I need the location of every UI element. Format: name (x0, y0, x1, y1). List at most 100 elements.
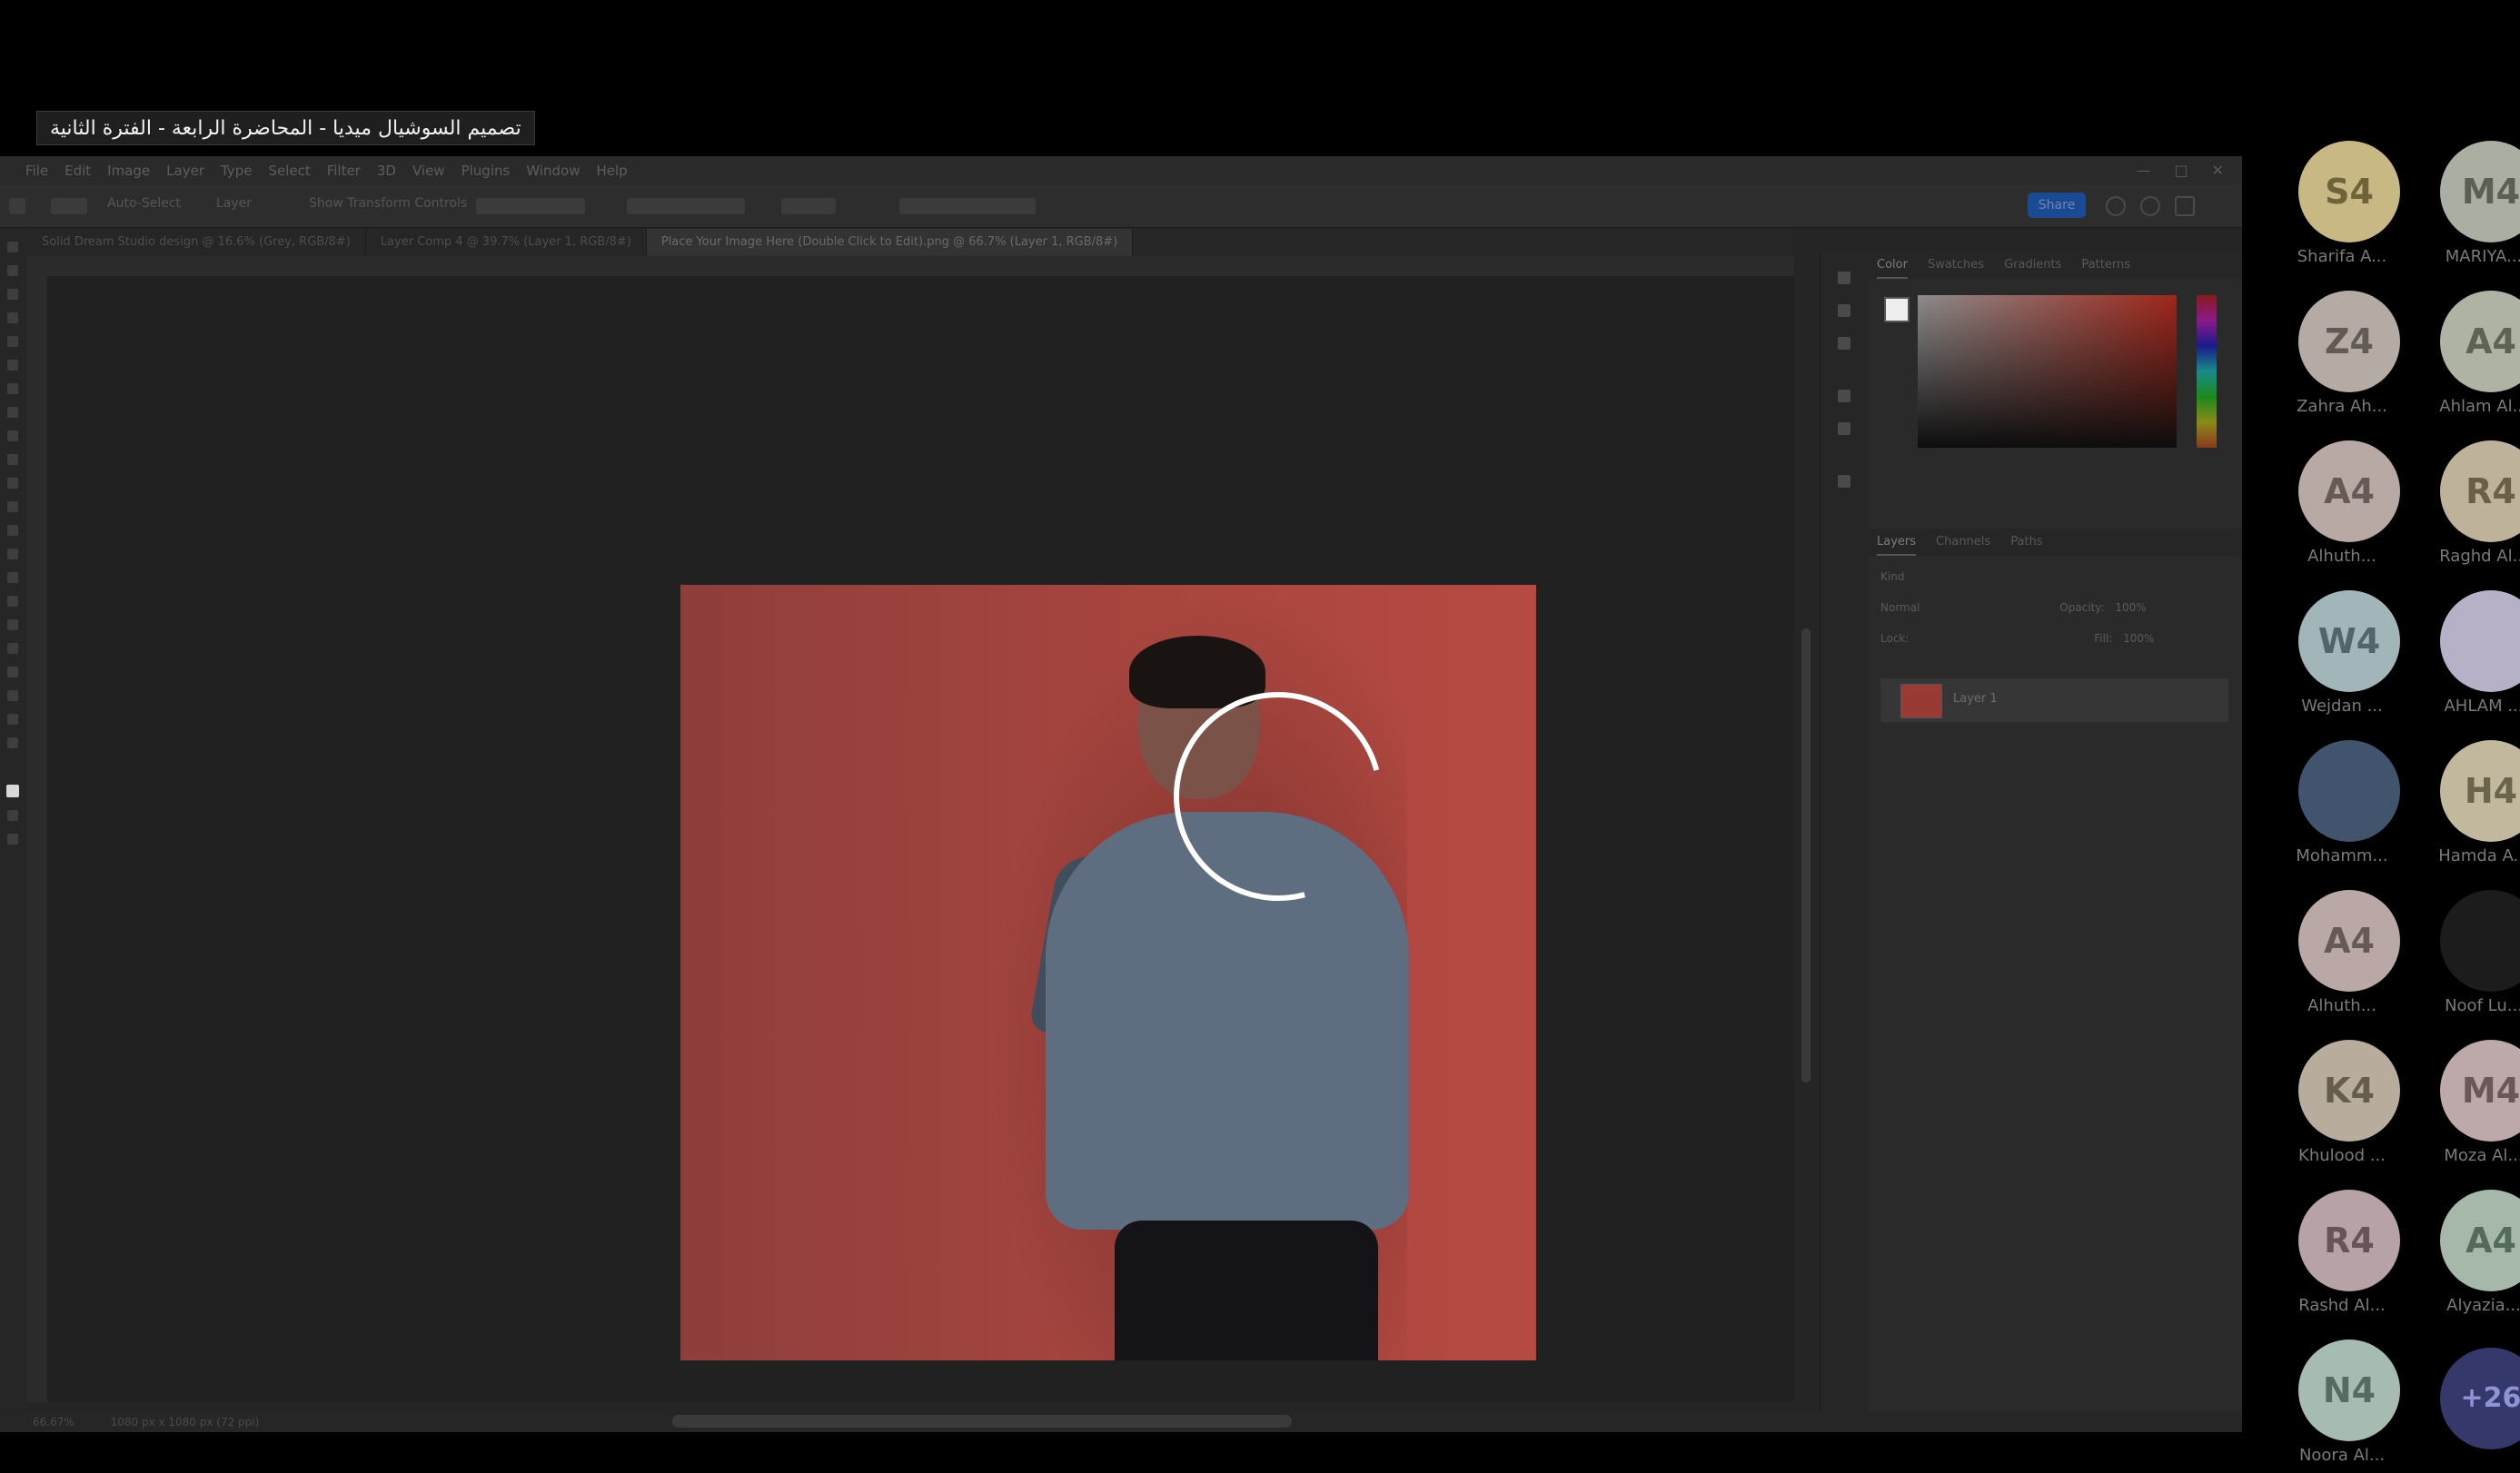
healing-tool-icon[interactable] (7, 407, 18, 418)
menu-layer[interactable]: Layer (166, 163, 204, 179)
character-icon[interactable] (1838, 390, 1850, 402)
maximize-icon[interactable]: □ (2174, 162, 2188, 179)
menu-3d[interactable]: 3D (377, 163, 396, 179)
more-tools-icon[interactable] (7, 737, 18, 748)
menu-image[interactable]: Image (107, 163, 150, 179)
participant-tile[interactable]: S4 Sharifa A... (2260, 127, 2400, 272)
history-brush-tool-icon[interactable] (7, 478, 18, 489)
doc-tab-active[interactable]: Place Your Image Here (Double Click to E… (646, 229, 1134, 256)
3d-mode-icons[interactable] (899, 198, 1036, 214)
tab-layers[interactable]: Layers (1877, 529, 1917, 556)
eyedropper-tool-icon[interactable] (7, 383, 18, 394)
rectangle-tool-icon[interactable] (7, 667, 18, 677)
close-icon[interactable]: ✕ (2212, 162, 2224, 179)
participant-tile[interactable]: M4 MARIYA... (2402, 127, 2520, 272)
participant-tile[interactable]: A4 Ahlam Al... (2402, 277, 2520, 422)
menu-help[interactable]: Help (596, 163, 627, 179)
avatar[interactable]: R4 (2298, 1190, 2400, 1291)
foreground-color-swatch[interactable] (6, 785, 19, 797)
foreground-swatch[interactable] (1884, 297, 1910, 322)
participant-tile[interactable]: AHLAM ... (2402, 577, 2520, 722)
zoom-level[interactable]: 66.67% (33, 1416, 74, 1429)
doc-tab-1[interactable]: Solid Dream Studio design @ 16.6% (Grey,… (27, 229, 366, 256)
magic-wand-tool-icon[interactable] (7, 312, 18, 323)
quick-mask-icon[interactable] (7, 810, 18, 821)
participant-tile[interactable]: H4 Hamda A... (2402, 727, 2520, 872)
marquee-tool-icon[interactable] (7, 265, 18, 276)
comments-icon[interactable] (1838, 337, 1850, 350)
avatar[interactable]: K4 (2298, 1040, 2400, 1142)
layer-name[interactable]: Layer 1 (1953, 692, 1998, 706)
participant-tile[interactable]: M4 Moza Al... (2402, 1026, 2520, 1171)
workspace-icon[interactable] (2175, 196, 2195, 216)
minimize-icon[interactable]: — (2136, 162, 2150, 179)
participant-tile[interactable]: W4 Wejdan ... (2260, 577, 2400, 722)
crop-tool-icon[interactable] (7, 336, 18, 347)
layer-select[interactable]: Layer (216, 196, 252, 211)
participant-tile[interactable]: K4 Khulood ... (2260, 1026, 2400, 1171)
tab-paths[interactable]: Paths (2010, 529, 2042, 556)
layer-filter-row[interactable]: Kind (1880, 570, 2226, 587)
hand-tool-icon[interactable] (7, 690, 18, 701)
tab-color[interactable]: Color (1877, 252, 1908, 279)
tab-gradients[interactable]: Gradients (2004, 252, 2061, 279)
menu-type[interactable]: Type (221, 163, 252, 179)
move-tool-icon[interactable] (7, 242, 18, 252)
blend-mode-select[interactable]: Normal (1880, 601, 1920, 614)
participant-tile[interactable]: N4 Noora Al... (2260, 1326, 2400, 1471)
participant-tile[interactable]: R4 Raghd Al... (2402, 427, 2520, 572)
avatar[interactable]: S4 (2298, 141, 2400, 242)
gradient-tool-icon[interactable] (7, 525, 18, 536)
participant-tile[interactable]: Z4 Zahra Ah... (2260, 277, 2400, 422)
paragraph-icon[interactable] (1838, 422, 1850, 435)
blur-tool-icon[interactable] (7, 549, 18, 559)
tab-patterns[interactable]: Patterns (2081, 252, 2130, 279)
avatar[interactable]: A4 (2440, 291, 2520, 392)
menu-plugins[interactable]: Plugins (461, 163, 511, 179)
zoom-tool-icon[interactable] (7, 714, 18, 725)
menu-view[interactable]: View (412, 163, 445, 179)
avatar[interactable] (2440, 590, 2520, 692)
history-icon[interactable] (1838, 272, 1850, 284)
frame-tool-icon[interactable] (7, 360, 18, 371)
pen-tool-icon[interactable] (7, 596, 18, 607)
avatar[interactable]: M4 (2440, 141, 2520, 242)
vertical-scrollbar[interactable] (1801, 628, 1811, 1083)
path-selection-tool-icon[interactable] (7, 643, 18, 654)
participant-tile[interactable]: R4 Rashd Al... (2260, 1176, 2400, 1321)
libraries-icon[interactable] (1838, 475, 1850, 488)
menu-window[interactable]: Window (526, 163, 580, 179)
distribute-buttons[interactable] (627, 198, 745, 214)
learn-icon[interactable] (2140, 196, 2160, 216)
doc-tab-2[interactable]: Layer Comp 4 @ 39.7% (Layer 1, RGB/8#) (366, 229, 647, 256)
menu-file[interactable]: File (25, 163, 48, 179)
fill-value[interactable]: 100% (2123, 632, 2154, 645)
kind-filter[interactable]: Kind (1880, 570, 1904, 583)
tab-swatches[interactable]: Swatches (1928, 252, 1984, 279)
align-buttons[interactable] (476, 198, 585, 214)
avatar[interactable]: R4 (2440, 440, 2520, 542)
avatar[interactable]: Z4 (2298, 291, 2400, 392)
color-picker-field[interactable] (1918, 295, 2177, 448)
share-button[interactable]: Share (2028, 193, 2086, 218)
brush-tool-icon[interactable] (7, 430, 18, 441)
avatar[interactable]: A4 (2298, 440, 2400, 542)
horizontal-scrollbar[interactable] (672, 1415, 1292, 1428)
avatar[interactable]: A4 (2440, 1190, 2520, 1291)
participant-tile[interactable]: Noof Lu... (2402, 876, 2520, 1022)
avatar[interactable]: H4 (2440, 740, 2520, 842)
participant-tile[interactable]: A4 Alyazia... (2402, 1176, 2520, 1321)
type-tool-icon[interactable] (7, 619, 18, 630)
screen-mode-icon[interactable] (7, 834, 18, 845)
opacity-value[interactable]: 100% (2115, 601, 2146, 614)
avatar[interactable]: N4 (2298, 1340, 2400, 1441)
transform-controls-toggle[interactable]: Show Transform Controls (309, 196, 467, 211)
menu-select[interactable]: Select (268, 163, 310, 179)
avatar[interactable] (2298, 740, 2400, 842)
move-tool-icon[interactable] (51, 198, 87, 214)
avatar[interactable] (2440, 890, 2520, 992)
participant-tile[interactable]: A4 Alhuth... (2260, 876, 2400, 1022)
hue-slider[interactable] (2197, 295, 2217, 448)
menu-edit[interactable]: Edit (64, 163, 91, 179)
stamp-tool-icon[interactable] (7, 454, 18, 465)
